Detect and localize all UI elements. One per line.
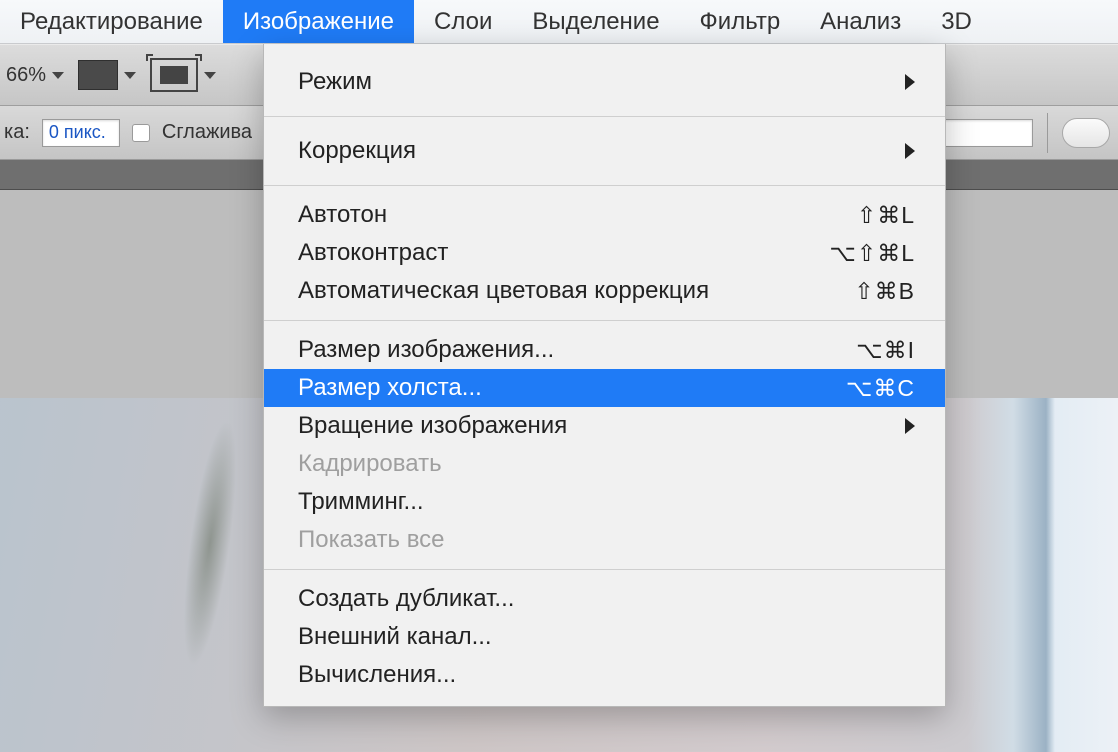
menuitem-label: Коррекция — [298, 137, 893, 165]
menuitem-adjustments[interactable]: Коррекция — [264, 127, 945, 175]
divider — [1047, 113, 1048, 153]
menu-separator — [264, 185, 945, 186]
menuitem-trim[interactable]: Тримминг... — [264, 483, 945, 521]
menuitem-label: Тримминг... — [298, 488, 915, 516]
submenu-arrow-icon — [905, 74, 915, 90]
menuitem-label: Показать все — [298, 526, 915, 554]
menu-image[interactable]: Изображение — [223, 0, 414, 43]
menu-analysis[interactable]: Анализ — [800, 0, 921, 43]
menuitem-label: Внешний канал... — [298, 623, 915, 651]
menuitem-image-size[interactable]: Размер изображения... ⌥⌘I — [264, 331, 945, 369]
option-button[interactable] — [1062, 118, 1110, 148]
canvas-content — [173, 416, 247, 669]
menuitem-mode[interactable]: Режим — [264, 58, 945, 106]
tool-options-right — [921, 106, 1110, 159]
image-menu-dropdown: Режим Коррекция Автотон ⇧⌘L Автоконтраст… — [263, 44, 946, 707]
menuitem-canvas-size[interactable]: Размер холста... ⌥⌘C — [264, 369, 945, 407]
menuitem-shortcut: ⌥⌘C — [846, 375, 915, 402]
menuitem-label: Режим — [298, 68, 893, 96]
menuitem-label: Кадрировать — [298, 450, 915, 478]
menuitem-shortcut: ⇧⌘L — [857, 202, 915, 229]
menuitem-auto-contrast[interactable]: Автоконтраст ⌥⇧⌘L — [264, 234, 945, 272]
menu-label: Фильтр — [700, 8, 781, 36]
menu-filter[interactable]: Фильтр — [680, 0, 801, 43]
chevron-down-icon — [124, 72, 136, 79]
menuitem-label: Автоматическая цветовая коррекция — [298, 277, 854, 305]
menu-layers[interactable]: Слои — [414, 0, 512, 43]
menuitem-apply-image[interactable]: Внешний канал... — [264, 618, 945, 656]
zoom-value: 66% — [6, 64, 46, 87]
screen-mode-button[interactable] — [150, 58, 216, 92]
menu-label: Изображение — [243, 8, 394, 36]
feather-input[interactable] — [42, 119, 120, 147]
menuitem-label: Автоконтраст — [298, 239, 829, 267]
menu-separator — [264, 569, 945, 570]
submenu-arrow-icon — [905, 418, 915, 434]
layout-mode-button[interactable] — [78, 60, 136, 90]
menu-label: Редактирование — [20, 8, 203, 36]
chevron-down-icon — [52, 72, 64, 79]
menuitem-auto-color[interactable]: Автоматическая цветовая коррекция ⇧⌘B — [264, 272, 945, 310]
menuitem-label: Вычисления... — [298, 661, 915, 689]
menuitem-duplicate[interactable]: Создать дубликат... — [264, 580, 945, 618]
menuitem-crop: Кадрировать — [264, 445, 945, 483]
menu-separator — [264, 116, 945, 117]
menuitem-auto-tone[interactable]: Автотон ⇧⌘L — [264, 196, 945, 234]
menubar: Редактирование Изображение Слои Выделени… — [0, 0, 1118, 44]
menuitem-label: Создать дубликат... — [298, 585, 915, 613]
screen-mode-icon — [150, 58, 198, 92]
zoom-dropdown[interactable]: 66% — [6, 64, 64, 87]
menuitem-image-rotation[interactable]: Вращение изображения — [264, 407, 945, 445]
feather-label: ка: — [4, 121, 30, 144]
menuitem-calculations[interactable]: Вычисления... — [264, 656, 945, 694]
antialias-label: Сглажива — [162, 121, 252, 144]
layout-icon — [78, 60, 118, 90]
menu-label: 3D — [941, 8, 972, 36]
menuitem-shortcut: ⌥⌘I — [856, 337, 915, 364]
menu-label: Слои — [434, 8, 492, 36]
menuitem-reveal-all: Показать все — [264, 521, 945, 559]
menu-edit[interactable]: Редактирование — [0, 0, 223, 43]
menu-3d[interactable]: 3D — [921, 0, 992, 43]
submenu-arrow-icon — [905, 143, 915, 159]
menuitem-label: Вращение изображения — [298, 412, 893, 440]
menu-select[interactable]: Выделение — [512, 0, 679, 43]
menuitem-label: Автотон — [298, 201, 857, 229]
menu-separator — [264, 320, 945, 321]
menuitem-shortcut: ⌥⇧⌘L — [829, 240, 915, 267]
antialias-checkbox[interactable] — [132, 124, 150, 142]
canvas-content — [968, 398, 1118, 752]
menuitem-label: Размер холста... — [298, 374, 846, 402]
menuitem-label: Размер изображения... — [298, 336, 856, 364]
menu-label: Анализ — [820, 8, 901, 36]
menuitem-shortcut: ⇧⌘B — [854, 278, 915, 305]
menu-label: Выделение — [532, 8, 659, 36]
chevron-down-icon — [204, 72, 216, 79]
